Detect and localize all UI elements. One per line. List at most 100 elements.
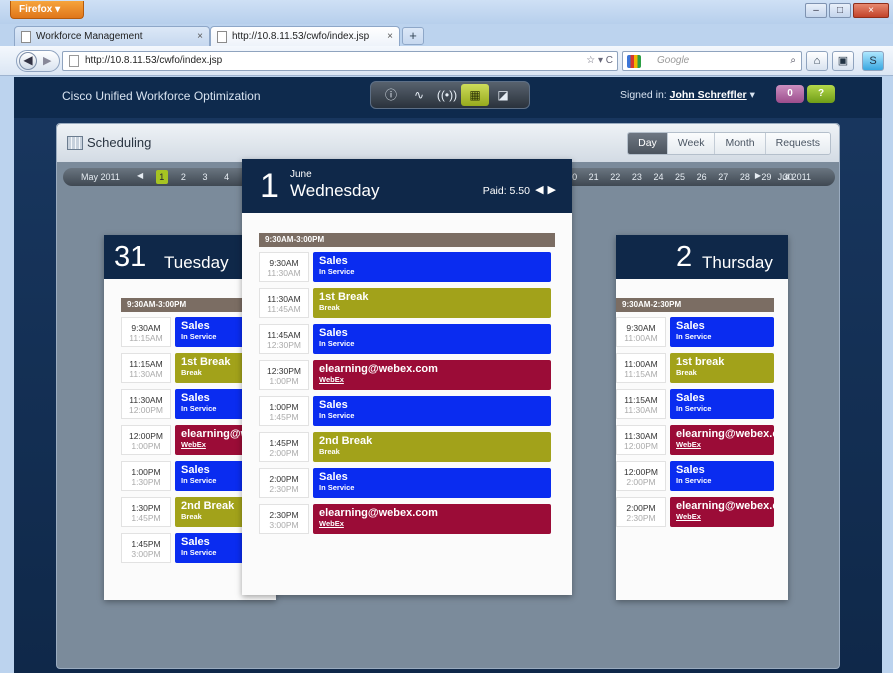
maximize-button[interactable]: □	[829, 3, 851, 18]
day-25[interactable]: 25	[669, 170, 691, 184]
home-icon[interactable]: ⌂	[806, 51, 828, 71]
user-name-link[interactable]: John Schreffler	[670, 89, 747, 101]
slot-activity[interactable]: 1st break Break	[670, 353, 774, 383]
schedule-slot[interactable]: 9:30AM 11:00AM Sales In Service	[616, 317, 774, 347]
slot-activity[interactable]: Sales In Service	[313, 468, 551, 498]
slot-time: 1:30PM 1:45PM	[121, 497, 171, 527]
prev-month-arrow-icon[interactable]: ◀	[137, 171, 143, 180]
slot-activity[interactable]: elearning@webex.comWebEx	[670, 425, 774, 455]
tab-cwfo-index[interactable]: http://10.8.11.53/cwfo/index.jsp ×	[210, 26, 400, 46]
help-button[interactable]: ?	[807, 85, 835, 103]
activity-name: elearning@webex.com	[676, 428, 774, 440]
slot-end-time: 11:30AM	[267, 268, 301, 278]
waveform-icon[interactable]: ∿	[405, 84, 433, 106]
firefox-menu-button[interactable]: Firefox ▾	[10, 1, 84, 19]
navigation-bar: ◀ ▶ http://10.8.11.53/cwfo/index.jsp ☆ ▾…	[0, 46, 893, 76]
day-26[interactable]: 26	[691, 170, 713, 184]
report-icon[interactable]: ◪	[489, 84, 517, 106]
slot-start-time: 1:45PM	[269, 438, 299, 448]
schedule-slot[interactable]: 2:00PM2:30PMelearning@webex.comWebEx	[616, 497, 774, 527]
day-24[interactable]: 24	[648, 170, 670, 184]
schedule-slot[interactable]: 1:45PM 2:00PM 2nd Break Break	[259, 432, 551, 462]
bookmark-reload-icons[interactable]: ☆ ▾ C	[586, 52, 613, 70]
schedule-slot[interactable]: 11:30AM12:00PMelearning@webex.comWebEx	[616, 425, 774, 455]
schedule-slot[interactable]: 2:00PM 2:30PM Sales In Service	[259, 468, 551, 498]
url-text: http://10.8.11.53/cwfo/index.jsp	[85, 55, 223, 66]
slot-activity[interactable]: elearning@webex.comWebEx	[670, 497, 774, 527]
day-28[interactable]: 28	[734, 170, 756, 184]
day-name: Thursday	[702, 253, 773, 272]
day-22[interactable]: 22	[604, 170, 626, 184]
slot-end-time: 11:45AM	[267, 304, 301, 314]
schedule-slot[interactable]: 12:30PM 1:00PM elearning@webex.com WebEx	[259, 360, 551, 390]
close-window-button[interactable]: ×	[853, 3, 889, 18]
activity-name: elearning@webex.com	[319, 363, 438, 375]
schedule-slot[interactable]: 11:00AM 11:15AM 1st break Break	[616, 353, 774, 383]
day-nav-arrows-icon[interactable]: ◀▶	[535, 183, 560, 196]
day-2[interactable]: 2	[173, 170, 195, 184]
day-21[interactable]: 21	[583, 170, 605, 184]
info-icon[interactable]: ⓘ	[377, 84, 405, 106]
skype-icon[interactable]: S	[862, 51, 884, 71]
next-month-link[interactable]: Jul 2011	[778, 172, 811, 182]
messages-badge[interactable]: 0	[776, 85, 804, 103]
schedule-slot[interactable]: 11:30AM 11:45AM 1st Break Break	[259, 288, 551, 318]
slot-activity[interactable]: Sales In Service	[670, 389, 774, 419]
tab-requests[interactable]: Requests	[764, 133, 830, 154]
new-tab-button[interactable]: +	[402, 27, 424, 45]
prev-month-link[interactable]: May 2011	[81, 172, 120, 182]
slot-activity[interactable]: Sales In Service	[670, 461, 774, 491]
slot-activity[interactable]: Sales In Service	[313, 252, 551, 282]
activity-type: Break	[319, 447, 340, 456]
schedule-slot[interactable]: 11:15AM 11:30AM Sales In Service	[616, 389, 774, 419]
slot-time: 1:45PM 2:00PM	[259, 432, 309, 462]
schedule-slot[interactable]: 9:30AM 11:30AM Sales In Service	[259, 252, 551, 282]
schedule-slot[interactable]: 2:30PM 3:00PM elearning@webex.com WebEx	[259, 504, 551, 534]
schedule-slot[interactable]: 12:00PM 2:00PM Sales In Service	[616, 461, 774, 491]
url-bar[interactable]: http://10.8.11.53/cwfo/index.jsp ☆ ▾ C	[62, 51, 618, 71]
scheduling-header: Scheduling Day Week Month Requests	[57, 124, 839, 162]
next-month-arrow-icon[interactable]: ▶	[755, 171, 761, 180]
forward-arrow-icon[interactable]: ▶	[43, 54, 51, 67]
calendar-icon[interactable]: ▦	[461, 84, 489, 106]
tab-month[interactable]: Month	[714, 133, 765, 154]
slot-end-time: 3:00PM	[269, 520, 299, 530]
day-27[interactable]: 27	[712, 170, 734, 184]
page-icon	[21, 30, 31, 43]
back-arrow-icon[interactable]: ◀	[19, 52, 37, 70]
window-controls: – □ ×	[803, 3, 889, 18]
slot-activity[interactable]: elearning@webex.comWebEx	[313, 504, 551, 534]
slot-activity[interactable]: Sales In Service	[313, 396, 551, 426]
search-input[interactable]: Google ⌕	[622, 51, 802, 71]
day-1[interactable]: 1	[155, 170, 168, 184]
tab-workforce-management[interactable]: Workforce Management ×	[14, 26, 210, 46]
schedule-slot[interactable]: 11:45AM 12:30PM Sales In Service	[259, 324, 551, 354]
slot-activity[interactable]: Sales In Service	[670, 317, 774, 347]
search-icon[interactable]: ⌕	[790, 52, 796, 70]
day-23[interactable]: 23	[626, 170, 648, 184]
tab-week[interactable]: Week	[666, 133, 715, 154]
activity-name: Sales	[676, 392, 705, 404]
close-tab-icon[interactable]: ×	[387, 27, 393, 46]
slot-activity[interactable]: 1st Break Break	[313, 288, 551, 318]
slot-start-time: 11:15AM	[624, 395, 658, 405]
slot-activity[interactable]: 2nd Break Break	[313, 432, 551, 462]
activity-type: In Service	[319, 267, 355, 276]
broadcast-icon[interactable]: ((•))	[433, 84, 461, 106]
slot-time: 11:30AM 11:45AM	[259, 288, 309, 318]
day-4[interactable]: 4	[216, 170, 238, 184]
minimize-button[interactable]: –	[805, 3, 827, 18]
tab-day[interactable]: Day	[628, 133, 667, 154]
slot-time: 11:30AM 12:00PM	[616, 425, 666, 455]
close-tab-icon[interactable]: ×	[197, 27, 203, 46]
slot-activity[interactable]: elearning@webex.comWebEx	[313, 360, 551, 390]
slot-activity[interactable]: Sales In Service	[313, 324, 551, 354]
day-number: 31	[114, 241, 147, 273]
schedule-slot[interactable]: 1:00PM 1:45PM Sales In Service	[259, 396, 551, 426]
addon-icon[interactable]: ▣	[832, 51, 854, 71]
slot-start-time: 1:45PM	[131, 539, 161, 549]
day-3[interactable]: 3	[194, 170, 216, 184]
user-menu-caret[interactable]: ▾	[750, 89, 755, 101]
day-card-next[interactable]: 2 Thursday 9:30AM-2:30PM 9:30AM 11:00AM Sa…	[616, 235, 788, 600]
slot-end-time: 11:30AM	[624, 405, 658, 415]
